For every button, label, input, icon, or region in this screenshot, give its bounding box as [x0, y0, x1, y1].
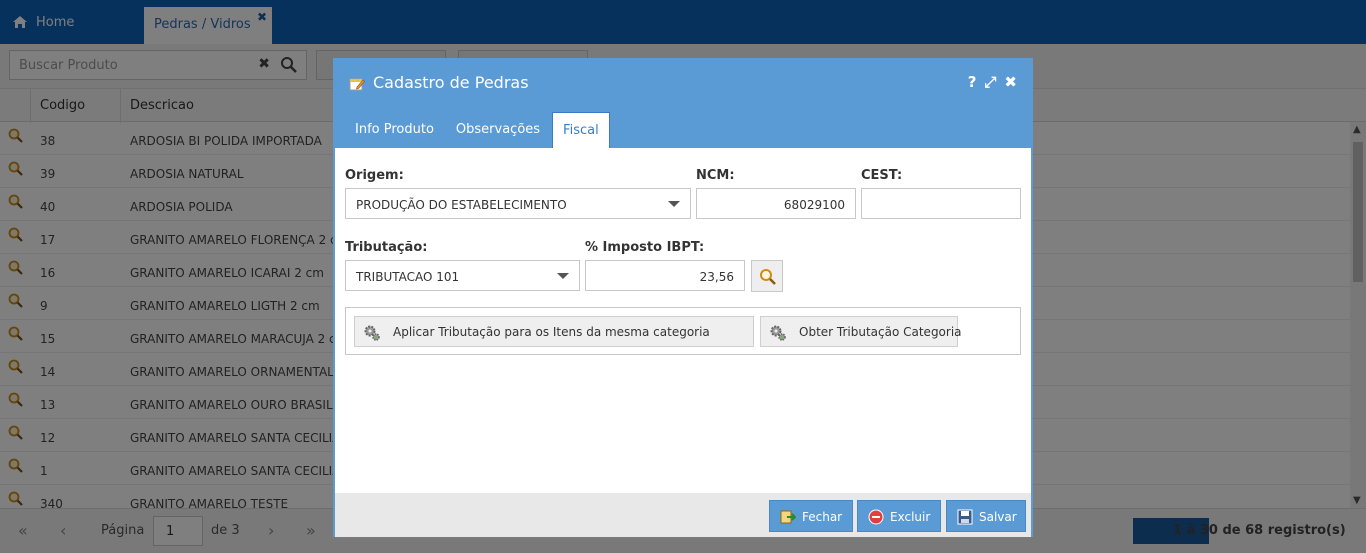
- dialog-header: Cadastro de Pedras ? ⤢ ✖ Info Produto Ob…: [335, 60, 1031, 148]
- tab-info-produto[interactable]: Info Produto: [345, 112, 444, 146]
- origem-select[interactable]: PRODUÇÃO DO ESTABELECIMENTO: [345, 188, 691, 219]
- chevron-down-icon: [557, 273, 569, 279]
- ibpt-field[interactable]: 23,56: [585, 260, 745, 291]
- dialog-title: Cadastro de Pedras: [373, 73, 529, 92]
- cest-label: CEST:: [861, 168, 903, 183]
- salvar-button[interactable]: Salvar: [946, 500, 1026, 532]
- tab-observacoes[interactable]: Observações: [446, 112, 550, 146]
- edit-form-icon: [349, 78, 365, 91]
- tributacao-select[interactable]: TRIBUTACAO 101: [345, 260, 580, 291]
- tributacao-value: TRIBUTACAO 101: [356, 270, 460, 284]
- save-icon: [957, 509, 973, 525]
- tributacao-label: Tributação:: [345, 240, 428, 255]
- fechar-label: Fechar: [802, 510, 843, 524]
- cadastro-de-pedras-dialog: Cadastro de Pedras ? ⤢ ✖ Info Produto Ob…: [333, 58, 1033, 537]
- fiscal-panel: Origem: PRODUÇÃO DO ESTABELECIMENTO NCM:…: [335, 148, 1031, 493]
- ibpt-lookup-button[interactable]: [751, 260, 783, 292]
- dialog-footer: Fechar Excluir Salvar: [335, 493, 1031, 537]
- help-icon[interactable]: ?: [968, 73, 977, 91]
- excluir-label: Excluir: [890, 510, 931, 524]
- ibpt-label: % Imposto IBPT:: [585, 240, 705, 255]
- ncm-value: 68029100: [783, 198, 845, 212]
- dialog-tabs: Info Produto Observações Fiscal: [345, 112, 612, 148]
- origem-label: Origem:: [345, 168, 404, 183]
- chevron-down-icon: [668, 201, 680, 207]
- dialog-tools: ? ⤢ ✖: [968, 73, 1017, 91]
- apply-tributacao-button[interactable]: Aplicar Tributação para os Itens da mesm…: [354, 316, 754, 347]
- close-icon[interactable]: ✖: [1004, 73, 1017, 91]
- obter-tributacao-button[interactable]: Obter Tributação Categoria: [760, 316, 962, 347]
- exit-icon: [780, 510, 796, 524]
- salvar-label: Salvar: [979, 510, 1017, 524]
- delete-icon: [868, 509, 884, 525]
- ibpt-value: 23,56: [699, 270, 734, 284]
- tributacao-actions: Aplicar Tributação para os Itens da mesm…: [345, 307, 1021, 355]
- excluir-button[interactable]: Excluir: [857, 500, 941, 532]
- tab-fiscal[interactable]: Fiscal: [552, 112, 610, 148]
- fechar-button[interactable]: Fechar: [769, 500, 853, 532]
- search-icon: [760, 269, 776, 285]
- origem-value: PRODUÇÃO DO ESTABELECIMENTO: [356, 198, 567, 212]
- apply-tributacao-label: Aplicar Tributação para os Itens da mesm…: [393, 325, 710, 339]
- ncm-label: NCM:: [696, 168, 735, 183]
- expand-icon[interactable]: ⤢: [984, 73, 996, 91]
- gears-icon: [770, 325, 786, 341]
- gears-icon: [364, 325, 380, 341]
- obter-tributacao-label: Obter Tributação Categoria: [799, 325, 962, 339]
- cest-field[interactable]: [861, 188, 1021, 219]
- ncm-field[interactable]: 68029100: [696, 188, 856, 219]
